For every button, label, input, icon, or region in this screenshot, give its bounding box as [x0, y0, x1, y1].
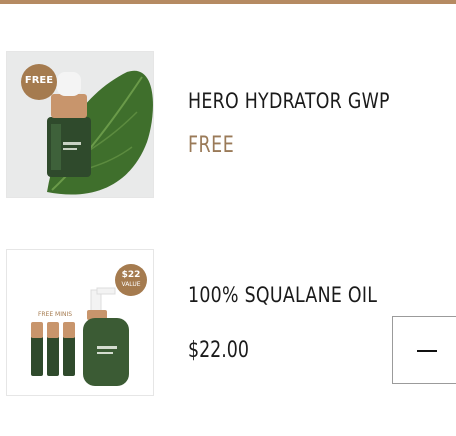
product-price: $22.00	[188, 338, 249, 363]
minus-icon	[417, 350, 437, 352]
product-title[interactable]: HERO HYDRATOR GWP	[188, 89, 390, 113]
cart-item-hero-hydrator: FREE HERO HYDRATOR GWP FREE	[0, 51, 456, 201]
product-price: FREE	[188, 133, 235, 158]
product-title[interactable]: 100% SQUALANE OIL	[188, 283, 377, 307]
value-badge-amount: $22	[121, 270, 141, 280]
product-image-hero-hydrator[interactable]: FREE	[6, 51, 154, 198]
cart-item-squalane-oil: $22 VALUE FREE MINIS 100% SQUALANE OIL $…	[0, 249, 456, 399]
product-image-squalane-oil[interactable]: $22 VALUE FREE MINIS	[6, 249, 154, 396]
top-divider	[0, 0, 456, 4]
free-badge-label: FREE	[24, 75, 54, 86]
decrease-quantity-button[interactable]	[392, 316, 456, 384]
free-minis-label: FREE MINIS	[37, 311, 73, 318]
value-badge-label: VALUE	[121, 281, 141, 288]
